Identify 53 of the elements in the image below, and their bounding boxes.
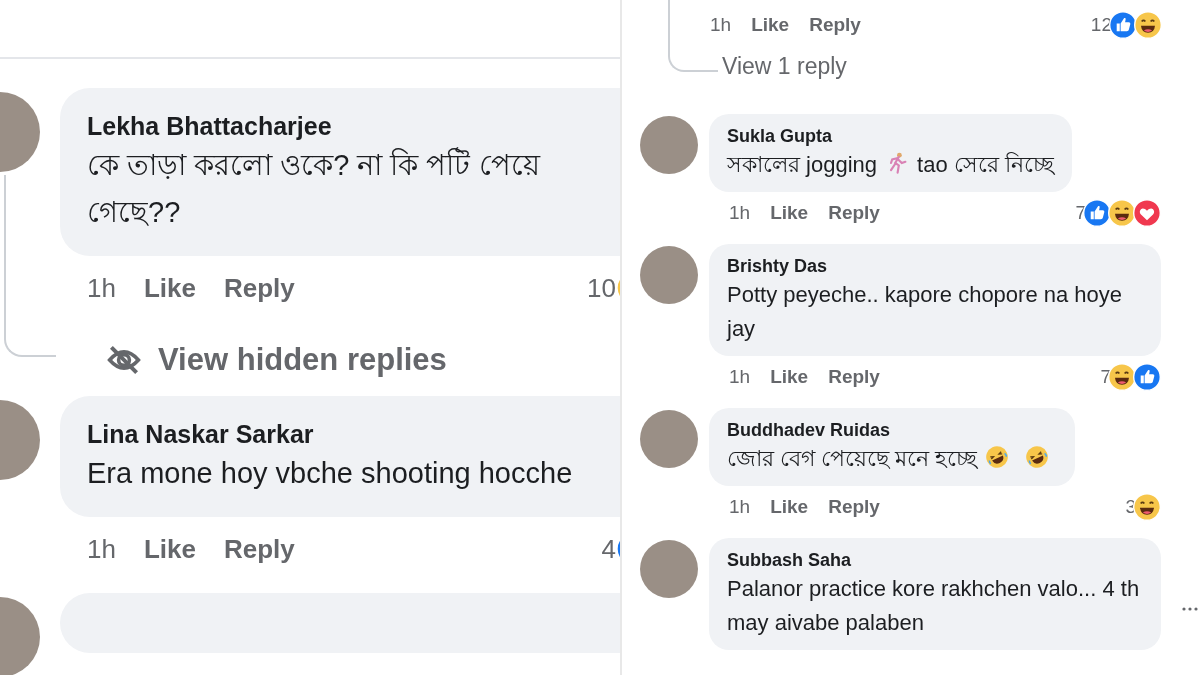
heart-reaction-icon bbox=[1133, 199, 1161, 227]
like-link[interactable]: Like bbox=[770, 362, 809, 392]
comment-time: 1h bbox=[729, 364, 751, 389]
reaction-count: 7 bbox=[1075, 200, 1086, 225]
like-link[interactable]: Like bbox=[770, 198, 809, 228]
commenter-name: Sukla Gupta bbox=[727, 125, 834, 148]
comment-text: tao সেরে নিচ্ছে bbox=[917, 152, 1054, 177]
more-options-icon[interactable] bbox=[1182, 607, 1198, 611]
laughing-reaction-icon bbox=[1108, 199, 1136, 227]
comment-text: সকালের jogging bbox=[727, 152, 878, 177]
avatar-photo-placeholder bbox=[640, 116, 698, 174]
avatar-photo-placeholder bbox=[640, 410, 698, 468]
reaction-count: 4 bbox=[601, 532, 616, 566]
commenter-name: Subbash Saha bbox=[727, 549, 853, 572]
comment-text: কে তাড়া করলো ওকে? না কি পটি পেয়ে গেছে?? bbox=[87, 149, 540, 228]
comment-time: 1h bbox=[710, 12, 732, 37]
view-replies-link[interactable]: View hidden replies bbox=[104, 336, 447, 384]
reply-link[interactable]: Reply bbox=[828, 198, 880, 228]
comment-time: 1h bbox=[729, 200, 751, 225]
commenter-name: Buddhadev Ruidas bbox=[727, 419, 892, 442]
reaction-count: 12 bbox=[1090, 12, 1112, 37]
like-link[interactable]: Like bbox=[143, 529, 196, 569]
reply-link[interactable]: Reply bbox=[828, 362, 880, 392]
commenter-name: Brishty Das bbox=[727, 255, 829, 278]
comment-text: জোর বেগ পেয়েছে মনে হচ্ছে bbox=[727, 446, 978, 471]
commenter-name: Lekha Bhattacharjee bbox=[87, 111, 333, 142]
reply-link[interactable]: Reply bbox=[809, 10, 861, 40]
reply-link[interactable]: Reply bbox=[223, 268, 295, 308]
reaction-count: 10 bbox=[587, 271, 616, 305]
like-link[interactable]: Like bbox=[751, 10, 790, 40]
comment-text: Potty peyeche.. kapore chopore na hoye jay bbox=[727, 282, 1123, 341]
reply-link[interactable]: Reply bbox=[828, 492, 880, 522]
like-reaction-icon bbox=[1083, 199, 1111, 227]
avatar-photo-placeholder bbox=[640, 540, 698, 598]
commenter-name: Lina Naskar Sarkar bbox=[87, 419, 315, 450]
laughing-tears-emoji-icon bbox=[985, 444, 1010, 470]
avatar-photo-placeholder bbox=[640, 246, 698, 304]
laughing-reaction-icon bbox=[1134, 11, 1162, 39]
laughing-reaction-icon bbox=[1133, 493, 1161, 521]
view-replies-link[interactable]: View 1 reply bbox=[722, 48, 847, 84]
comment-time: 1h bbox=[87, 271, 116, 305]
laughing-tears-emoji-icon bbox=[1025, 444, 1050, 470]
reaction-count: 7 bbox=[1100, 364, 1111, 389]
like-link[interactable]: Like bbox=[143, 268, 196, 308]
like-reaction-icon bbox=[1133, 363, 1161, 391]
laughing-reaction-icon bbox=[1108, 363, 1136, 391]
comment-time: 1h bbox=[729, 494, 751, 519]
like-link[interactable]: Like bbox=[770, 492, 809, 522]
comment-text: Era mone hoy vbche shooting hocche bbox=[87, 457, 573, 489]
comment-time: 1h bbox=[87, 532, 116, 566]
comment-text: Palanor practice kore rakhchen valo... 4 th may aivabe palaben bbox=[727, 576, 1140, 635]
reply-link[interactable]: Reply bbox=[223, 529, 295, 569]
like-reaction-icon bbox=[1109, 11, 1137, 39]
